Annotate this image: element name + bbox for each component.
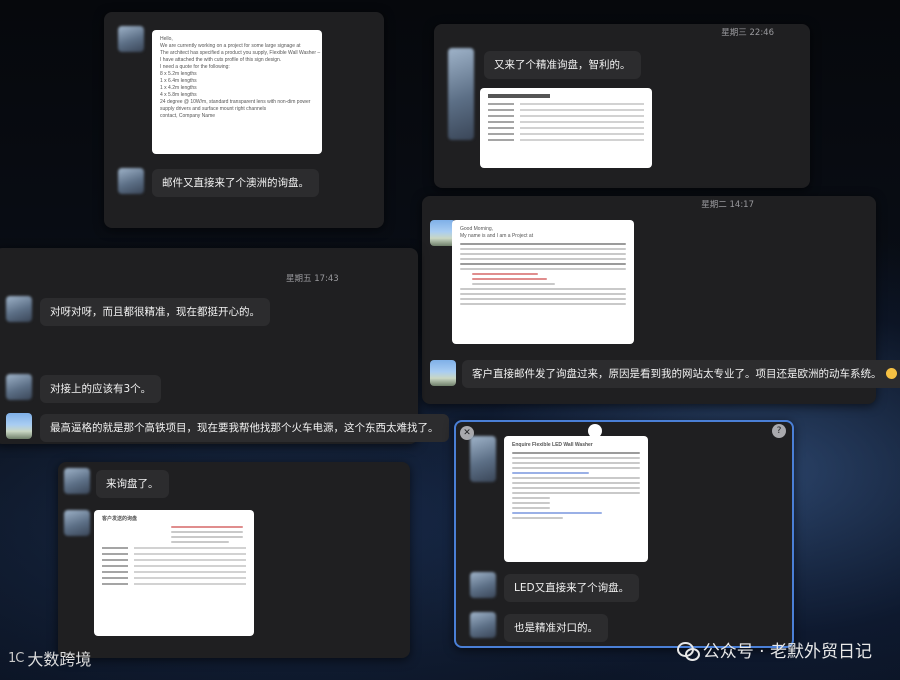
email-line: We are currently working on a project fo… [160, 43, 301, 49]
chat-message[interactable]: 对接上的应该有3个。 [40, 375, 162, 403]
avatar [64, 510, 90, 536]
email-line: 1 x 4.2m lengths [160, 85, 197, 91]
watermark: 公众号 · 老默外贸日记 [676, 637, 872, 662]
email-line: 4 x 5.8m lengths [160, 92, 197, 98]
avatar [448, 48, 474, 140]
logo-mark: 1C [8, 650, 24, 666]
chat-message[interactable]: 对呀对呀，而且都很精准，现在都挺开心的。 [40, 298, 270, 326]
chat-message[interactable]: 又来了个精准询盘，智利的。 [484, 51, 641, 79]
chat-panel-railway: 星期二 14:17 Good Morning, My name is and I… [422, 196, 900, 404]
avatar [430, 360, 456, 386]
chat-message[interactable]: 最高逼格的就是那个高铁项目，现在要我帮他找那个火车电源，这个东西太难找了。 [40, 414, 449, 442]
email-line: 1 x 6.4m lengths [160, 78, 197, 84]
emoji-icon [885, 368, 897, 379]
inquiry-title: 客户发送的询盘 [102, 516, 138, 522]
chat-message[interactable]: 客户直接邮件发了询盘过来，原因是看到我的网站太专业了。项目还是欧洲的动车系统。 [462, 360, 900, 388]
avatar [118, 168, 144, 194]
logo-text: 大数跨境 [27, 650, 92, 669]
timestamp: 星期五 17:43 [286, 274, 339, 284]
email-line: I need a quote for the following: [160, 64, 230, 70]
avatar [6, 413, 32, 439]
email-line: Good Morning, [460, 226, 494, 232]
wechat-icon [676, 641, 700, 661]
chat-message[interactable]: 也是精准对口的。 [504, 614, 608, 642]
email-line: The architect has specified a product yo… [160, 50, 321, 56]
timestamp: 星期二 14:17 [701, 200, 754, 210]
avatar [470, 572, 496, 598]
email-screenshot[interactable]: Good Morning, My name is and I am a Proj… [452, 220, 634, 344]
avatar [470, 436, 496, 482]
chat-message[interactable]: 邮件又直接来了个澳洲的询盘。 [152, 169, 319, 197]
email-screenshot[interactable]: Hello, We are currently working on a pro… [152, 30, 322, 154]
chat-message[interactable]: 来询盘了。 [96, 470, 169, 498]
email-screenshot[interactable]: Enquire Flexible LED Wall Washer [504, 436, 648, 562]
avatar [6, 296, 32, 322]
logo: 1C 大数跨境 [8, 646, 91, 670]
chat-panel-chile: 星期三 22:46 又来了个精准询盘，智利的。 [434, 24, 810, 188]
email-line: 24 degree @ 10W/m, standard transparent … [160, 99, 311, 112]
avatar [64, 468, 90, 494]
avatar [6, 374, 32, 400]
email-line: My name is and I am a Project at [460, 233, 534, 239]
email-line: contact, Company Name [160, 113, 216, 119]
email-line: 8 x 5.2m lengths [160, 71, 197, 77]
chat-panel-led: ✕ ? Enquire Flexible LED Wall Washer LED… [454, 420, 794, 648]
email-line: Hello, [160, 36, 173, 42]
chat-message[interactable]: LED又直接来了个询盘。 [504, 574, 640, 602]
email-line: I have attached the with cuts profile of… [160, 57, 282, 63]
chat-panel-friend: 星期五 17:43 对呀对呀，而且都很精准，现在都挺开心的。 对接上的应该有3个… [0, 248, 449, 444]
email-subject: Enquire Flexible LED Wall Washer [512, 442, 593, 448]
inquiry-screenshot[interactable]: 客户发送的询盘 [94, 510, 254, 636]
inquiry-screenshot[interactable] [480, 88, 652, 168]
help-icon[interactable]: ? [772, 424, 786, 438]
timestamp: 星期三 22:46 [721, 28, 774, 38]
watermark-text: 公众号 · 老默外贸日记 [702, 642, 872, 662]
avatar [118, 26, 144, 52]
avatar [470, 612, 496, 638]
chat-message-text: 客户直接邮件发了询盘过来，原因是看到我的网站太专业了。项目还是欧洲的动车系统。 [472, 368, 882, 380]
chat-panel-inquiry: 来询盘了。 客户发送的询盘 [58, 462, 410, 658]
chat-panel-australia: Hello, We are currently working on a pro… [104, 12, 384, 228]
